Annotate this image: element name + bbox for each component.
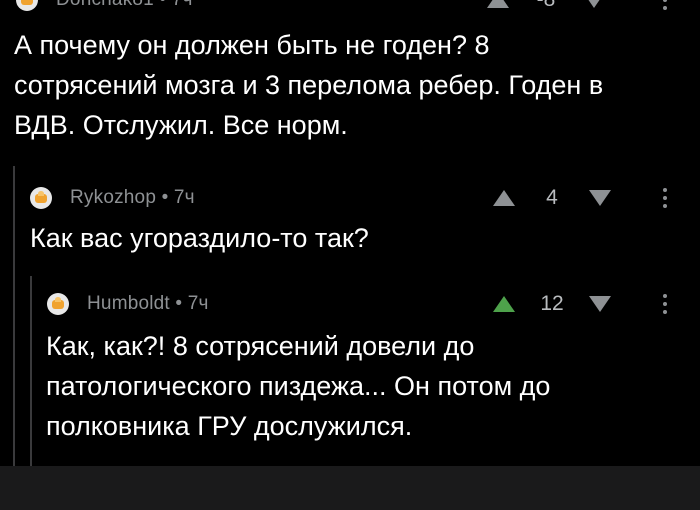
comment-3-body: Как, как?! 8 сотрясений довели до патоло… <box>46 331 551 441</box>
avatar[interactable] <box>30 187 52 209</box>
thread-line[interactable] <box>13 166 15 466</box>
more-options-icon[interactable] <box>662 188 668 214</box>
comment-3-meta[interactable]: Humboldt • 7ч <box>87 293 209 315</box>
avatar[interactable] <box>47 293 69 315</box>
comment-3-score: 12 <box>540 292 564 315</box>
comment-1-vote: -8 <box>487 0 605 13</box>
comment-3-vote: 12 <box>493 291 611 317</box>
bottom-bar <box>0 466 700 510</box>
comment-thread: Donchak81 • 7ч -8 А почему он должен быт… <box>0 0 700 466</box>
avatar[interactable] <box>16 0 38 11</box>
comment-2-meta[interactable]: Rykozhop • 7ч <box>70 187 195 209</box>
comment-2-vote: 4 <box>493 185 611 211</box>
upvote-icon[interactable] <box>487 0 509 8</box>
more-options-icon[interactable] <box>662 294 668 320</box>
downvote-icon[interactable] <box>589 296 611 312</box>
comment-1-header: Donchak81 • 7ч <box>16 0 193 13</box>
downvote-icon[interactable] <box>589 190 611 206</box>
comment-3-header: Humboldt • 7ч <box>47 291 209 317</box>
comment-2-score: 4 <box>546 186 558 209</box>
comment-2-header: Rykozhop • 7ч <box>30 185 195 211</box>
thread-line[interactable] <box>30 276 32 466</box>
comment-1-score: -8 <box>509 0 583 12</box>
comment-1-meta[interactable]: Donchak81 • 7ч <box>56 0 193 11</box>
upvote-icon[interactable] <box>493 190 515 206</box>
comment-1-body: А почему он должен быть не годен? 8 сотр… <box>14 30 604 140</box>
downvote-icon[interactable] <box>583 0 605 8</box>
upvote-icon[interactable] <box>493 296 515 312</box>
more-options-icon[interactable] <box>662 0 668 16</box>
comment-2-body: Как вас угораздило-то так? <box>30 223 369 253</box>
